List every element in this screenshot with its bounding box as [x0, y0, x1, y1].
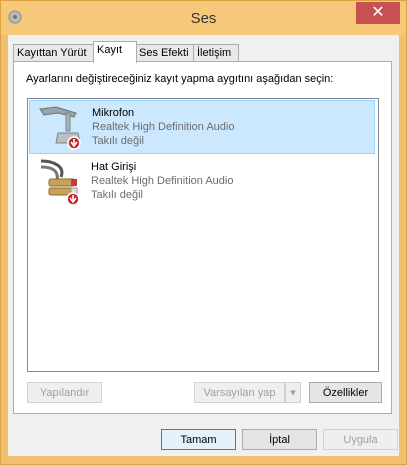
device-item-microphone[interactable]: Mikrofon Realtek High Definition Audio T…	[29, 100, 375, 154]
device-status: Takılı değil	[92, 135, 144, 147]
sound-dialog: Ses ✕ Kayıttan Yürüt Kayıt Ses Efekti İl…	[0, 0, 407, 465]
device-status: Takılı değil	[91, 189, 143, 201]
apply-button[interactable]: Uygula	[323, 429, 398, 450]
tab-sound-effects[interactable]: Ses Efekti	[135, 44, 195, 62]
tab-communications[interactable]: İletişim	[193, 44, 239, 62]
line-in-jack-icon	[35, 157, 83, 206]
device-list[interactable]: Mikrofon Realtek High Definition Audio T…	[27, 98, 379, 372]
device-driver: Realtek High Definition Audio	[91, 175, 234, 187]
device-name: Hat Girişi	[91, 161, 137, 173]
set-default-button[interactable]: Varsayılan yap	[194, 382, 285, 403]
close-button[interactable]: ✕	[356, 2, 400, 24]
instruction-text: Ayarlarını değiştireceğiniz kayıt yapma …	[26, 73, 334, 85]
tab-recording[interactable]: Kayıt	[93, 41, 137, 63]
device-item-line-in[interactable]: Hat Girişi Realtek High Definition Audio…	[29, 155, 375, 207]
set-default-dropdown-arrow[interactable]: ▾	[285, 382, 301, 403]
dialog-client-area: Kayıttan Yürüt Kayıt Ses Efekti İletişim…	[8, 35, 399, 456]
title-bar[interactable]: Ses ✕	[1, 1, 406, 35]
microphone-icon	[36, 103, 84, 151]
recording-panel: Ayarlarını değiştireceğiniz kayıt yapma …	[13, 61, 392, 414]
ok-button[interactable]: Tamam	[161, 429, 236, 450]
window-title: Ses	[190, 10, 217, 27]
device-name: Mikrofon	[92, 107, 135, 119]
tab-playback[interactable]: Kayıttan Yürüt	[13, 44, 97, 62]
properties-button[interactable]: Özellikler	[309, 382, 382, 403]
cancel-button[interactable]: İptal	[242, 429, 317, 450]
device-driver: Realtek High Definition Audio	[92, 121, 235, 133]
configure-button[interactable]: Yapılandır	[27, 382, 102, 403]
